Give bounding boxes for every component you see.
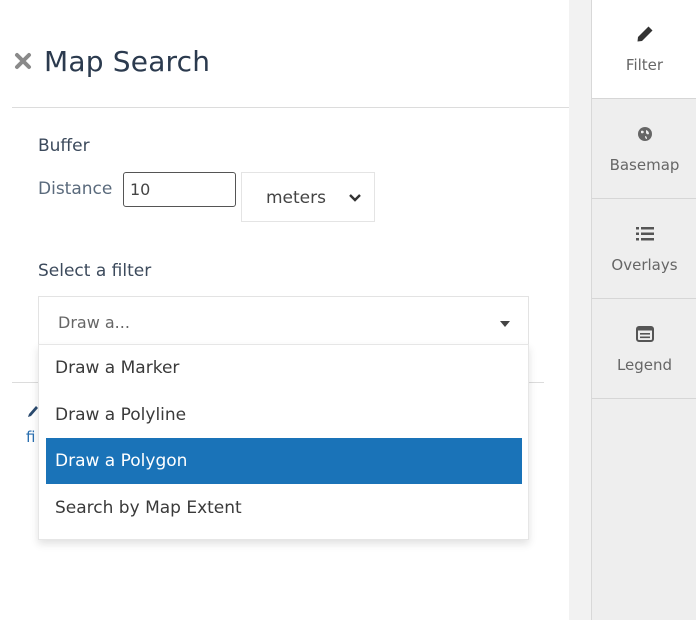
panel-header: Map Search (12, 36, 210, 86)
tab-legend-label: Legend (616, 356, 673, 374)
tab-overlays-label: Overlays (611, 256, 678, 274)
units-selected-value: meters (266, 188, 326, 208)
close-icon[interactable] (12, 50, 34, 72)
sidebar: Filter Basemap Overlays Legend (591, 0, 696, 620)
filter-select[interactable]: Draw a... (38, 296, 529, 348)
list-icon (635, 224, 654, 244)
buffer-section-label: Buffer (38, 136, 90, 156)
tab-filter[interactable]: Filter (592, 0, 696, 99)
sidebar-gutter (569, 0, 591, 620)
filter-select-placeholder: Draw a... (58, 313, 130, 332)
filter-option-draw-polyline[interactable]: Draw a Polyline (46, 392, 522, 438)
distance-input[interactable] (123, 172, 236, 207)
tab-basemap[interactable]: Basemap (592, 100, 696, 199)
distance-label: Distance (38, 179, 113, 199)
chevron-down-icon (348, 188, 362, 207)
tab-basemap-label: Basemap (609, 156, 680, 174)
map-search-panel: Map Search Buffer Distance meters Select… (0, 0, 569, 620)
page-title: Map Search (44, 44, 211, 78)
obscured-link-text: fi (26, 428, 36, 446)
header-divider (12, 107, 569, 108)
filter-dropdown-menu: Draw a Marker Draw a Polyline Draw a Pol… (38, 344, 529, 540)
legend-icon (635, 324, 654, 344)
filter-section-label: Select a filter (38, 261, 152, 281)
tab-legend[interactable]: Legend (592, 300, 696, 399)
units-select[interactable]: meters (241, 172, 375, 222)
filter-option-draw-polygon[interactable]: Draw a Polygon (46, 438, 522, 484)
filter-option-search-map-extent[interactable]: Search by Map Extent (46, 485, 522, 531)
globe-icon (637, 124, 653, 144)
tab-overlays[interactable]: Overlays (592, 200, 696, 299)
filter-option-draw-marker[interactable]: Draw a Marker (46, 345, 522, 391)
tab-filter-label: Filter (625, 56, 664, 74)
pencil-icon (636, 24, 654, 44)
caret-down-icon (499, 313, 511, 332)
